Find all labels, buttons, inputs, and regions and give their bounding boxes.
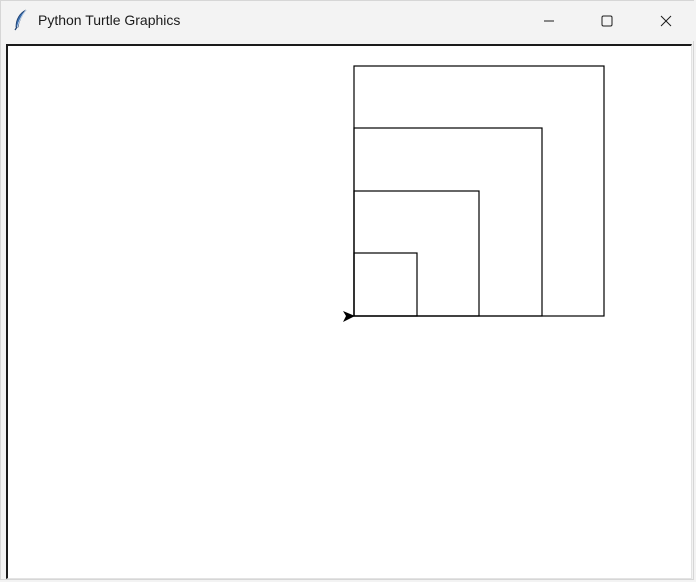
maximize-icon	[601, 15, 613, 27]
window-title: Python Turtle Graphics	[38, 12, 181, 28]
square-1	[353, 252, 418, 317]
minimize-icon	[544, 20, 554, 22]
square-3	[353, 127, 543, 317]
close-button[interactable]	[637, 1, 695, 41]
maximize-button[interactable]	[578, 1, 636, 41]
drawing-surface	[343, 65, 605, 322]
turtle-canvas[interactable]	[6, 44, 692, 579]
close-icon	[660, 15, 672, 27]
nested-squares	[353, 65, 605, 317]
title-bar[interactable]: Python Turtle Graphics	[1, 1, 695, 41]
minimize-button[interactable]	[520, 1, 578, 41]
turtle-cursor-icon	[343, 311, 355, 322]
app-window: Python Turtle Graphics	[0, 0, 695, 580]
feather-icon	[14, 9, 27, 31]
